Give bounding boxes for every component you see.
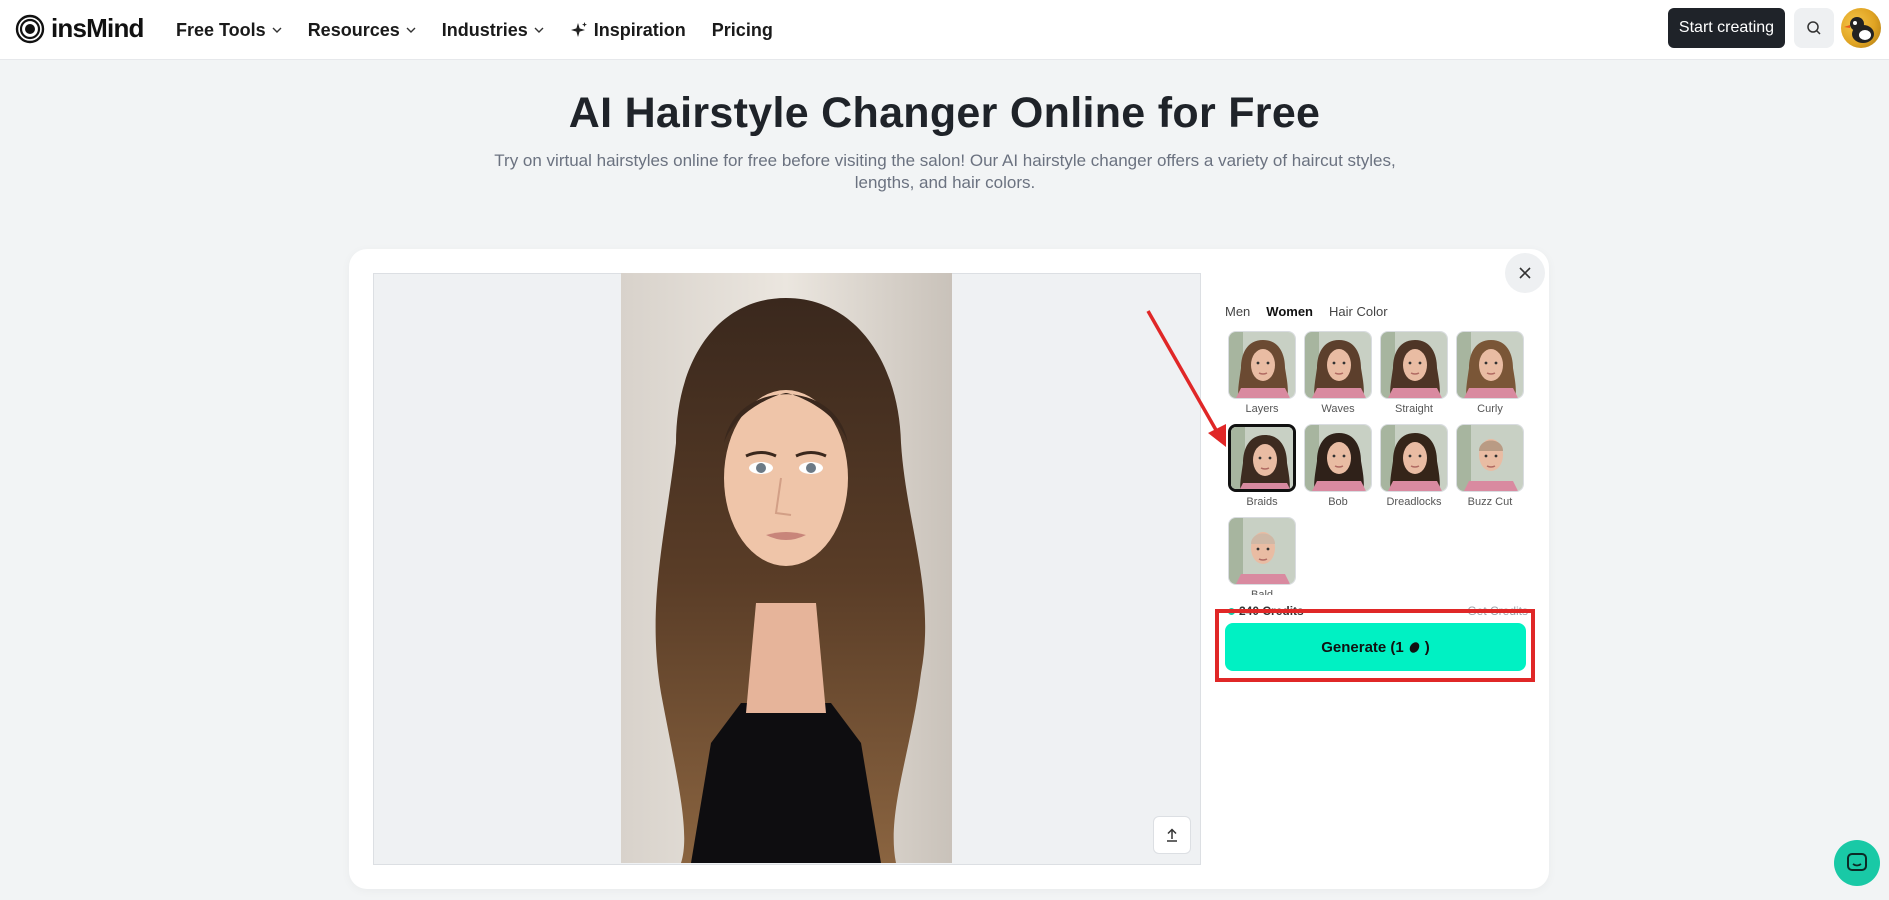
tab-women[interactable]: Women [1266,304,1313,319]
start-creating-button[interactable]: Start creating [1668,8,1785,48]
sparkle-icon [570,22,587,37]
bird-avatar-icon [1844,17,1874,43]
credit-coin-icon [1409,641,1420,653]
chevron-down-icon [406,27,416,33]
generate-label: Generate (1 [1321,638,1404,656]
close-button[interactable] [1505,253,1545,293]
chat-icon [1847,853,1867,871]
nav-free-tools-label: Free Tools [176,19,266,40]
site-header: insMind Free Tools Resources Industries … [0,0,1889,60]
nav-free-tools[interactable]: Free Tools [176,20,282,41]
hairstyle-option[interactable] [1380,331,1448,399]
nav-industries-label: Industries [441,19,528,40]
hairstyle-option[interactable] [1304,424,1372,492]
brand-logo[interactable]: insMind [15,13,144,44]
avatar[interactable] [1841,8,1881,48]
hairstyle-option[interactable] [1380,424,1448,492]
hairstyle-thumbnail-image [1457,332,1523,398]
nav-resources-label: Resources [307,19,400,40]
generate-button[interactable]: Generate (1 ) [1225,623,1526,671]
nav-pricing-label: Pricing [711,19,773,40]
nav-resources[interactable]: Resources [308,20,416,41]
tab-hair-color[interactable]: Hair Color [1329,304,1388,319]
search-button[interactable] [1794,8,1834,48]
close-icon [1519,267,1531,279]
hairstyle-option[interactable] [1304,331,1372,399]
hairstyle-option[interactable] [1456,331,1524,399]
nav-industries[interactable]: Industries [442,20,544,41]
hairstyle-label: Braids [1246,496,1278,508]
annotation-arrow-icon [1146,310,1226,447]
generate-suffix: ) [1424,638,1430,656]
hairstyle-label: Waves [1321,403,1355,415]
chat-widget-button[interactable] [1834,840,1880,886]
hairstyle-thumbnail-image [1229,518,1295,584]
page-title: AI Hairstyle Changer Online for Free [568,89,1321,137]
hairstyle-label: Curly [1477,403,1503,415]
hairstyle-thumbnail-image [1305,425,1371,491]
uploaded-portrait-image [621,273,952,863]
hairstyle-option[interactable] [1456,424,1524,492]
upload-button[interactable] [1153,816,1191,854]
page-subtitle: Try on virtual hairstyles online for fre… [494,151,1396,192]
hairstyle-label: Buzz Cut [1467,496,1513,508]
chevron-down-icon [272,27,282,33]
upload-icon [1167,828,1177,842]
search-icon [1807,21,1821,35]
brand-name: insMind [51,13,144,43]
hairstyle-label: Bald [1250,589,1274,595]
hairstyle-thumbnail-image [1381,425,1447,491]
chevron-down-icon [534,27,544,33]
hairstyle-label: Straight [1395,403,1433,415]
nav-pricing[interactable]: Pricing [712,20,773,41]
main-nav: Free Tools Resources Industries Inspirat… [176,0,773,60]
logo-icon [15,14,45,43]
hairstyle-label: Bob [1328,496,1348,508]
portrait-illustration [621,273,952,863]
hairstyle-thumbnail-image [1381,332,1447,398]
nav-inspiration-label: Inspiration [593,19,686,40]
nav-inspiration[interactable]: Inspiration [570,20,686,41]
hairstyle-thumbnail-image [1457,425,1523,491]
gender-tabs: Men Women Hair Color [1225,304,1388,319]
hairstyle-thumbnail-image [1231,427,1293,489]
hairstyle-option[interactable] [1228,517,1296,585]
hairstyle-label: Dreadlocks [1386,496,1442,508]
hairstyle-thumbnail-image [1305,332,1371,398]
